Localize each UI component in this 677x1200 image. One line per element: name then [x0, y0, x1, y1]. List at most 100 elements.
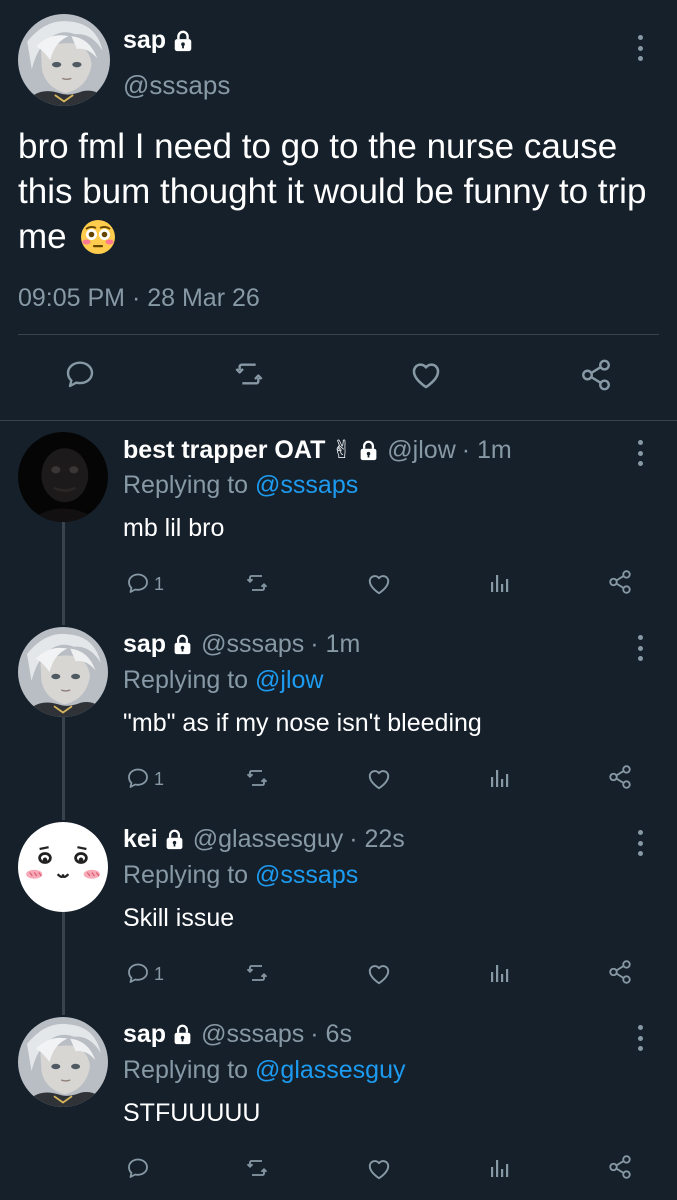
mention-link[interactable]: @sssaps [255, 471, 358, 499]
reply-tweet[interactable]: sap @sssaps · 1m Replying to @jlow "mb" … [0, 617, 677, 812]
reply-time[interactable]: · 22s [349, 825, 405, 854]
reply-tweet[interactable]: kei @glassesguy · 22s Replying to @sssap… [0, 812, 677, 1007]
thread-line [62, 617, 65, 625]
replying-to-label: Replying to [123, 666, 249, 694]
avatar[interactable] [18, 432, 108, 522]
tweet-text: bro fml I need to go to the nurse cause … [18, 124, 668, 259]
share-icon [607, 959, 633, 985]
more-options-icon[interactable] [635, 440, 645, 466]
author-handle[interactable]: @sssaps [201, 630, 304, 659]
share-button[interactable] [607, 764, 633, 790]
thread-line [62, 812, 65, 820]
like-button[interactable] [366, 571, 392, 597]
reply-count: 1 [154, 769, 165, 789]
analytics-button[interactable] [487, 766, 511, 790]
anime-boy-avatar-image [18, 1017, 108, 1107]
reply-actions [0, 1154, 677, 1194]
reply-button[interactable] [126, 766, 150, 790]
retweet-icon [230, 358, 268, 390]
lock-icon [172, 1024, 193, 1045]
avatar[interactable] [18, 627, 108, 717]
reply-tweet[interactable]: best trapper OAT ✌ @jlow · 1m Replying t… [0, 422, 677, 617]
more-options-icon[interactable] [635, 35, 645, 61]
flushed-face-emoji-icon [81, 220, 116, 254]
reply-button[interactable] [126, 1156, 150, 1180]
reply-header: sap @sssaps · 6s [123, 1020, 352, 1049]
author-handle[interactable]: @sssaps [201, 1020, 304, 1049]
more-options-icon[interactable] [635, 1025, 645, 1051]
avatar[interactable] [18, 822, 108, 912]
retweet-button[interactable] [230, 358, 268, 390]
author-handle[interactable]: @glassesguy [193, 825, 343, 854]
reply-button[interactable] [126, 571, 150, 595]
mention-link[interactable]: @sssaps [255, 861, 358, 889]
reply-header: sap @sssaps · 1m [123, 630, 360, 659]
like-button[interactable] [409, 358, 443, 392]
reply-tweet[interactable]: sap @sssaps · 6s Replying to @glassesguy… [0, 1007, 677, 1200]
share-icon [607, 764, 633, 790]
reply-button[interactable] [126, 961, 150, 985]
reply-count: 1 [154, 964, 165, 984]
author-name[interactable]: kei [123, 825, 158, 854]
like-button[interactable] [366, 1156, 392, 1182]
reply-icon [126, 571, 150, 595]
reply-time[interactable]: · 6s [310, 1020, 352, 1049]
retweet-button[interactable] [243, 571, 271, 595]
divider [18, 334, 659, 335]
author-name-text: sap [123, 26, 167, 54]
reply-icon [126, 766, 150, 790]
reply-count: 1 [154, 574, 165, 594]
like-icon [366, 1156, 392, 1182]
lock-icon [358, 440, 379, 461]
author-name[interactable]: sap [123, 630, 166, 659]
reply-actions: 1 [0, 569, 677, 609]
replying-to-label: Replying to [123, 861, 249, 889]
more-options-icon[interactable] [635, 635, 645, 661]
analytics-icon [487, 766, 511, 790]
lock-icon [164, 829, 185, 850]
avatar[interactable] [18, 14, 110, 106]
mention-link[interactable]: @glassesguy [255, 1056, 405, 1084]
thread-line [62, 1007, 65, 1015]
reply-time[interactable]: · 1m [310, 630, 360, 659]
analytics-button[interactable] [487, 961, 511, 985]
reply-text: STFUUUUU [123, 1099, 261, 1127]
lock-icon [172, 30, 194, 52]
reply-text: Skill issue [123, 904, 235, 932]
author-name[interactable]: sap [123, 26, 194, 55]
reply-header: kei @glassesguy · 22s [123, 825, 405, 854]
author-name[interactable]: best trapper OAT [123, 436, 325, 465]
like-button[interactable] [366, 961, 392, 987]
reply-time[interactable]: · 1m [462, 436, 512, 465]
reply-actions: 1 [0, 764, 677, 804]
retweet-button[interactable] [243, 766, 271, 790]
reply-actions: 1 [0, 959, 677, 999]
share-button[interactable] [607, 569, 633, 595]
reply-text: "mb" as if my nose isn't bleeding [123, 709, 482, 737]
author-handle[interactable]: @jlow [387, 436, 455, 465]
replying-to: Replying to @sssaps [123, 861, 358, 890]
reply-icon [126, 1156, 150, 1180]
analytics-button[interactable] [487, 1156, 511, 1180]
share-icon [579, 358, 613, 392]
reply-icon [64, 358, 96, 390]
more-options-icon[interactable] [635, 830, 645, 856]
reply-button[interactable] [64, 358, 96, 390]
author-name[interactable]: sap [123, 1020, 166, 1049]
like-icon [366, 766, 392, 792]
retweet-button[interactable] [243, 961, 271, 985]
mention-link[interactable]: @jlow [255, 666, 323, 694]
analytics-button[interactable] [487, 571, 511, 595]
author-handle[interactable]: @sssaps [123, 70, 230, 101]
anime-boy-avatar-image [18, 14, 110, 106]
share-button[interactable] [579, 358, 613, 392]
like-icon [409, 358, 443, 392]
tweet-timestamp[interactable]: 09:05 PM · 28 Mar 26 [18, 284, 260, 313]
share-button[interactable] [607, 959, 633, 985]
like-button[interactable] [366, 766, 392, 792]
retweet-button[interactable] [243, 1156, 271, 1180]
retweet-icon [243, 961, 271, 985]
share-button[interactable] [607, 1154, 633, 1180]
cute-face-avatar-image [18, 822, 108, 912]
avatar[interactable] [18, 1017, 108, 1107]
